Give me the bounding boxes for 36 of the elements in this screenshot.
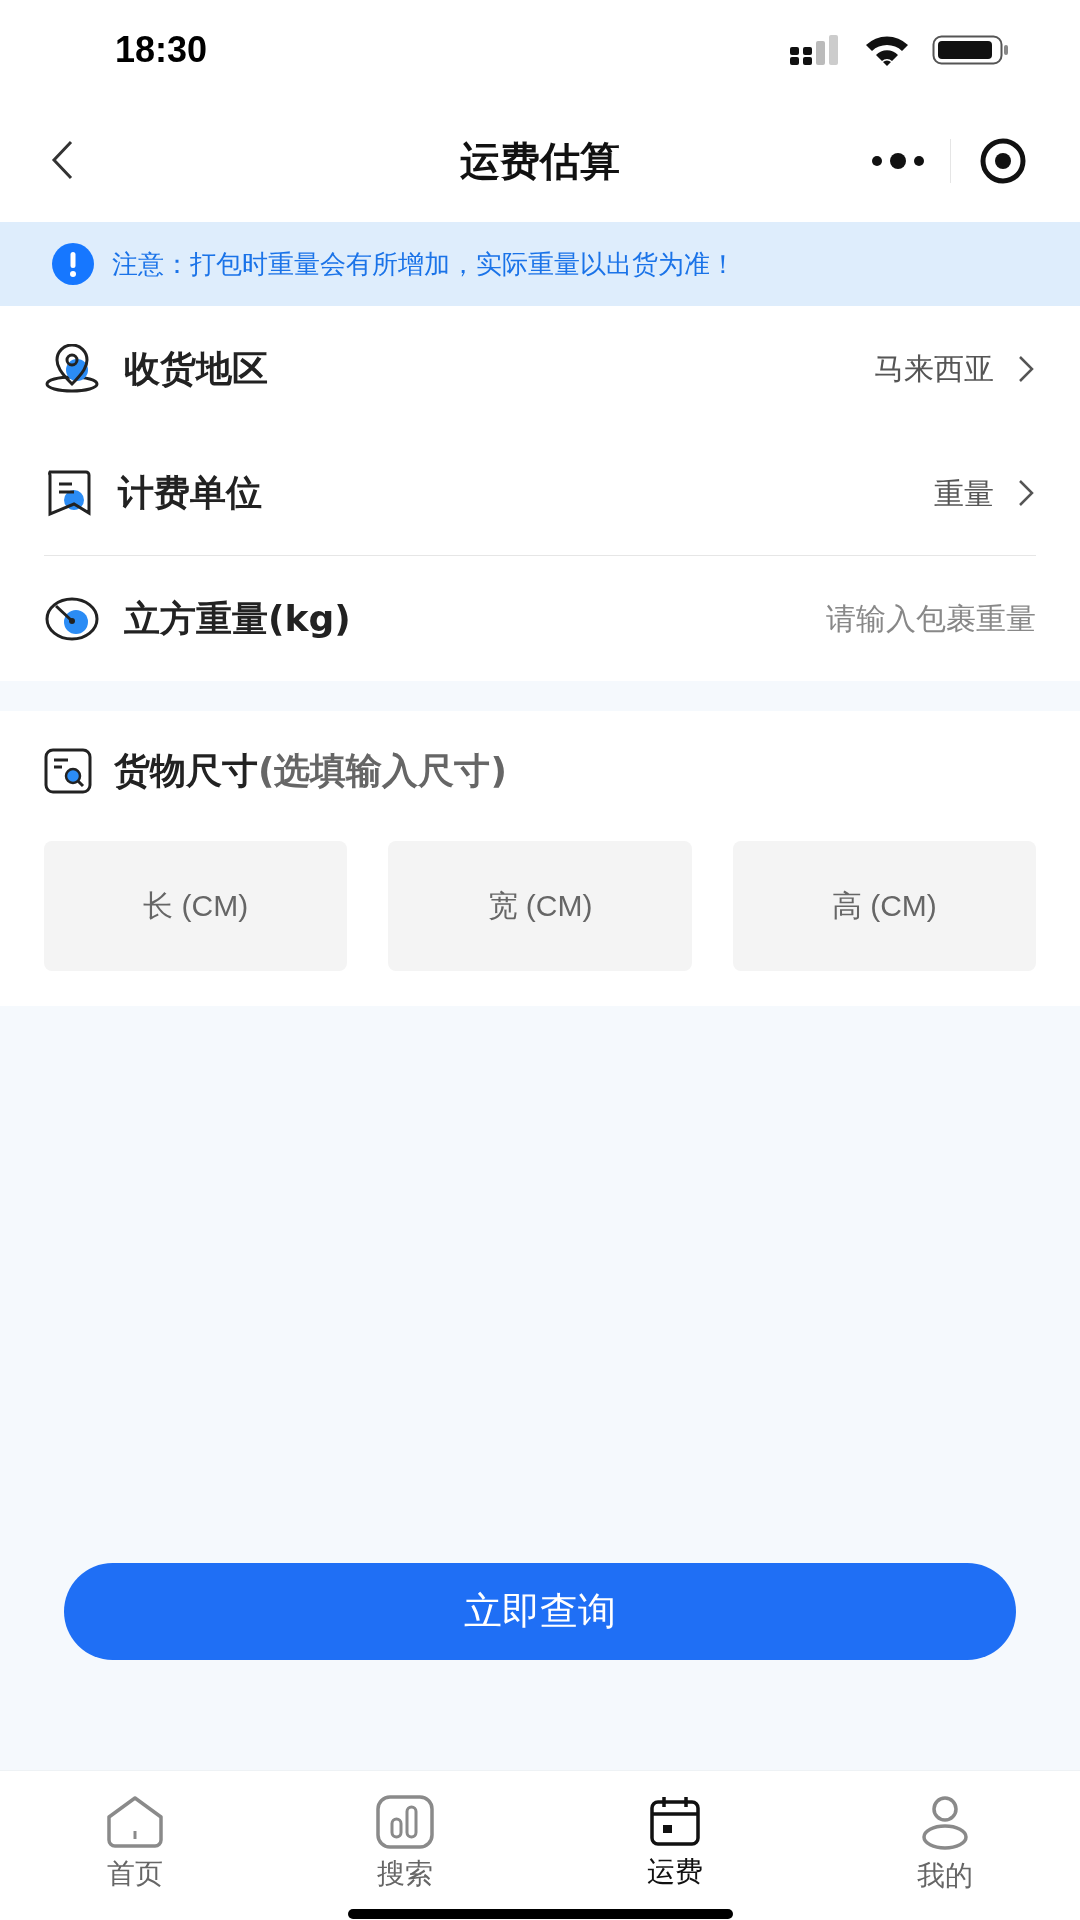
dimension-input[interactable]: 长 (CM): [44, 841, 348, 971]
tab-item[interactable]: 我的: [810, 1771, 1080, 1920]
alert-icon: [52, 243, 94, 285]
dimension-input[interactable]: 宽 (CM): [388, 841, 692, 971]
more-icon: [871, 153, 925, 169]
status-time: 18:30: [115, 28, 208, 72]
person-icon: [921, 1795, 969, 1851]
gauge-icon: [44, 595, 100, 642]
dimension-input[interactable]: 高 (CM): [732, 841, 1036, 971]
notice-text: 注意：打包时重量会有所增加，实际重量以出货为准！: [112, 247, 736, 281]
chevron-right-icon: [1018, 354, 1034, 383]
query-button[interactable]: 立即查询: [64, 1563, 1016, 1660]
row-value: 马来西亚: [874, 350, 994, 388]
form-row[interactable]: 计费单位 重量: [44, 431, 1036, 556]
tab-item[interactable]: 首页: [0, 1771, 270, 1920]
calendar-icon: [649, 1795, 701, 1847]
bar-chart-icon: [376, 1795, 434, 1849]
search-list-icon: [44, 748, 92, 794]
row-label: 收货地区: [124, 346, 269, 391]
page-title: 运费估算: [460, 137, 620, 186]
wifi-icon: [864, 34, 910, 66]
target-icon: [979, 137, 1027, 185]
form-row[interactable]: 收货地区 马来西亚: [44, 306, 1036, 431]
battery-icon: [932, 35, 1010, 65]
tab-item[interactable]: 运费: [540, 1771, 810, 1920]
row-label: 立方重量(kg): [124, 596, 352, 641]
weight-input[interactable]: 请输入包裹重量: [736, 596, 1036, 641]
location-pin-icon: [44, 343, 100, 394]
row-value: 重量: [934, 474, 994, 513]
tab-item[interactable]: 搜索: [270, 1771, 540, 1920]
section-title: 货物尺寸: [114, 749, 258, 793]
chevron-right-icon: [1018, 479, 1034, 507]
back-icon: [51, 140, 73, 180]
home-icon: [105, 1795, 165, 1849]
row-label: 计费单位: [118, 471, 263, 515]
section-hint: (选填输入尺寸): [258, 749, 507, 793]
